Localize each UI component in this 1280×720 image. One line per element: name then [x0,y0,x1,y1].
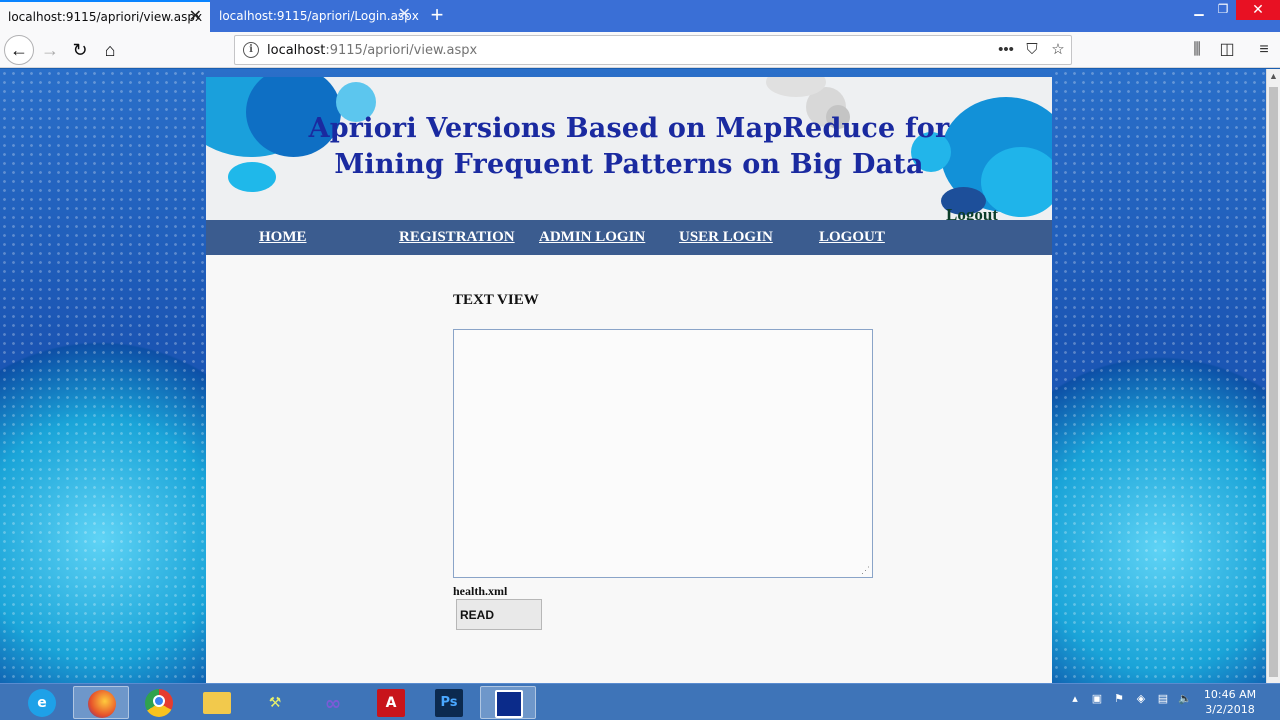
section-title: TEXT VIEW [453,292,539,308]
clock-time: 10:46 AM [1203,688,1257,701]
browser-tab-bar: localhost:9115/apriori/view.aspx ✕ local… [0,0,1280,32]
file-explorer-icon[interactable] [189,686,245,719]
resize-grip-icon[interactable]: ⋰ [861,566,870,575]
page-actions-icon[interactable]: ••• [997,41,1015,59]
forward-icon[interactable]: → [38,38,62,62]
reload-icon[interactable]: ↻ [68,38,92,62]
network-tool-icon[interactable]: ⚒ [247,686,303,719]
text-view-textarea[interactable] [453,329,873,578]
tab-title: localhost:9115/apriori/view.aspx [8,10,203,24]
pocket-icon[interactable]: ⛉ [1023,41,1041,59]
tab-view-aspx[interactable]: localhost:9115/apriori/view.aspx ✕ [0,0,210,32]
restore-icon[interactable]: ❐ [1208,0,1238,20]
window-close-icon[interactable]: ✕ [1236,0,1280,20]
title-line-2: Mining Frequent Patterns on Big Data [334,149,924,180]
banner-logout-link[interactable]: Logout [946,205,998,220]
menu-home-link[interactable]: HOME [259,229,307,246]
read-button[interactable]: READ [456,599,542,630]
remote-desktop-icon[interactable] [480,686,536,719]
menu-icon[interactable]: ≡ [1252,38,1276,62]
scroll-up-icon[interactable]: ▲ [1269,71,1278,81]
menu-admin-login-link[interactable]: ADMIN LOGIN [539,229,645,246]
new-tab-icon[interactable]: + [426,3,448,27]
main-menu: HOME REGISTRATION ADMIN LOGIN USER LOGIN… [206,220,1052,255]
bookmark-star-icon[interactable]: ☆ [1049,41,1067,59]
header-banner: Apriori Versions Based on MapReduce for … [206,77,1052,220]
network-icon[interactable]: ▤ [1156,692,1170,706]
browser-toolbar: ← → ↻ ⌂ i localhost:9115/apriori/view.as… [0,32,1280,68]
back-icon[interactable]: ← [4,35,34,65]
volume-icon[interactable]: 🔈 [1178,692,1192,706]
library-icon[interactable]: ⫼ [1185,38,1209,62]
tray-security-icon[interactable]: ◈ [1134,692,1148,706]
page-title: Apriori Versions Based on MapReduce for … [206,111,1052,183]
tray-app-icon[interactable]: ▣ [1090,692,1104,706]
tray-flag-icon[interactable]: ⚑ [1112,692,1126,706]
scroll-thumb[interactable] [1269,87,1278,677]
background-dots [1052,69,1266,683]
file-name-label: health.xml [453,584,508,598]
clock-date: 3/2/2018 [1205,703,1255,716]
close-tab-icon[interactable]: ✕ [189,8,202,24]
windows-taskbar: e ⚒ ∞ A Ps ▴ ▣ ⚑ ◈ ▤ 🔈 10:46 AM 3/2/2018 [0,683,1280,720]
url-text: localhost:9115/apriori/view.aspx [267,43,478,58]
title-line-1: Apriori Versions Based on MapReduce for [308,113,950,144]
chrome-icon[interactable] [131,686,187,719]
photoshop-icon[interactable]: Ps [421,686,477,719]
internet-explorer-icon[interactable]: e [14,686,70,719]
url-bar[interactable]: i localhost:9115/apriori/view.aspx ••• ⛉… [234,35,1072,65]
page-container: Apriori Versions Based on MapReduce for … [206,77,1052,683]
acrobat-icon[interactable]: A [363,686,419,719]
menu-registration-link[interactable]: REGISTRATION [399,229,515,246]
background-dots [0,69,206,683]
page-viewport: Apriori Versions Based on MapReduce for … [0,69,1266,683]
close-tab-icon[interactable]: ✕ [398,6,411,22]
page-scrollbar[interactable]: ▲ [1266,69,1280,683]
visual-studio-icon[interactable]: ∞ [305,686,361,719]
site-info-icon[interactable]: i [243,42,259,58]
menu-user-login-link[interactable]: USER LOGIN [679,229,773,246]
home-icon[interactable]: ⌂ [98,38,122,62]
tab-login-aspx[interactable]: localhost:9115/apriori/Login.aspx ✕ [211,0,419,32]
show-hidden-icons-icon[interactable]: ▴ [1068,692,1082,706]
sidebar-icon[interactable]: ◫ [1215,38,1239,62]
tab-title: localhost:9115/apriori/Login.aspx [219,9,419,23]
system-clock[interactable]: 10:46 AM 3/2/2018 [1200,687,1260,717]
menu-logout-link[interactable]: LOGOUT [819,229,885,246]
firefox-icon[interactable] [73,686,129,719]
